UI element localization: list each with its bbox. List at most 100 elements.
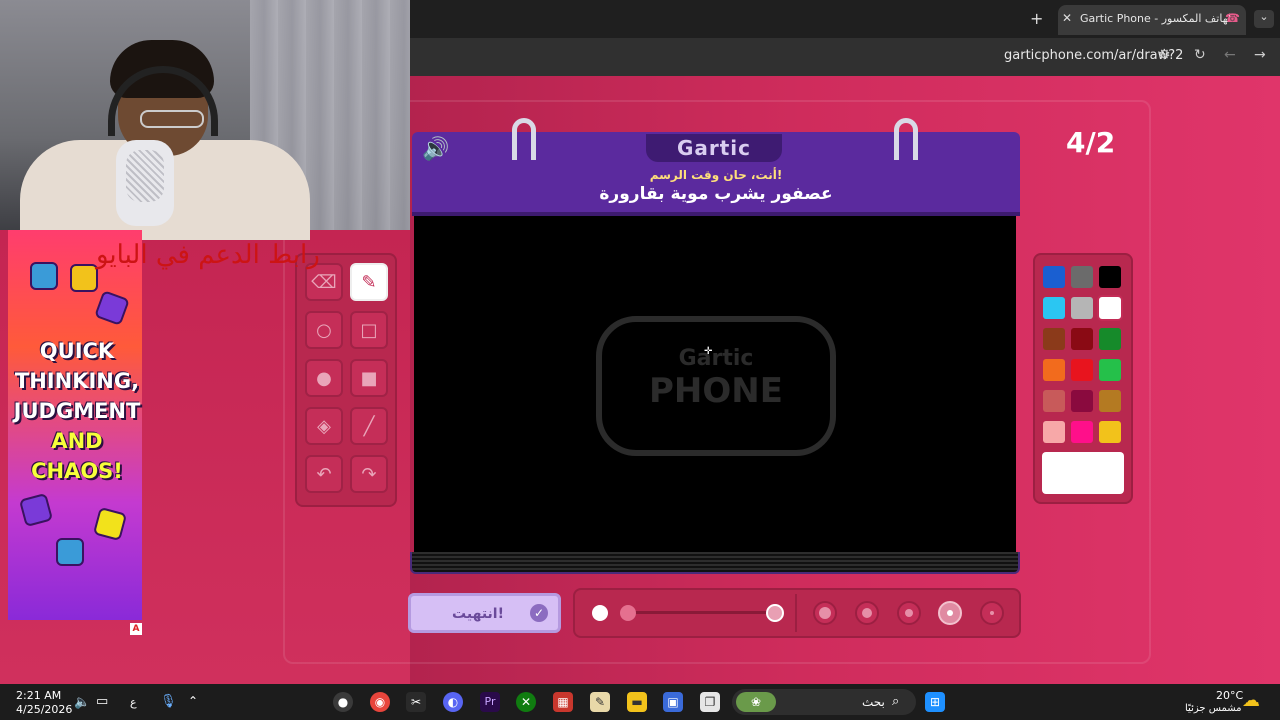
color-swatch[interactable]: [1099, 297, 1121, 319]
search-icon: ⌕: [892, 694, 900, 709]
canvas-page-edges: [410, 552, 1020, 574]
weather-icon[interactable]: ☁: [1242, 690, 1260, 711]
weather-temp[interactable]: 20°C: [1216, 689, 1243, 702]
ad-line-4: AND: [51, 429, 103, 453]
brush-size-md[interactable]: [897, 601, 921, 625]
weather-desc[interactable]: مشمس جزئيًا: [1185, 703, 1242, 714]
pencil-tool[interactable]: ✎: [350, 263, 388, 301]
url-text[interactable]: garticphone.com/ar/draw?2: [1004, 48, 1183, 63]
task-view-icon[interactable]: ❐: [700, 692, 720, 712]
rectangle-filled-tool[interactable]: ■: [350, 359, 388, 397]
line-tool[interactable]: ╱: [350, 407, 388, 445]
ellipse-filled-tool[interactable]: ●: [305, 359, 343, 397]
windows-start-icon[interactable]: ⊞: [925, 692, 945, 712]
browser-tab[interactable]: ✕ Gartic Phone - الهاتف المكسور ☎: [1058, 5, 1246, 35]
obs-icon[interactable]: ●: [333, 692, 353, 712]
sound-toggle-icon[interactable]: 🔊: [422, 137, 449, 162]
color-swatch[interactable]: [1071, 266, 1093, 288]
tab-favicon-icon: ☎: [1225, 11, 1240, 25]
color-swatch[interactable]: [1071, 421, 1093, 443]
brush-size-sm[interactable]: [938, 601, 962, 625]
color-swatch[interactable]: [1043, 328, 1065, 350]
store-icon[interactable]: ▣: [663, 692, 683, 712]
show-hidden-icons[interactable]: ⌃: [188, 694, 198, 708]
notepad-icon[interactable]: ✎: [590, 692, 610, 712]
tab-title: Gartic Phone - الهاتف المكسور: [1080, 12, 1230, 25]
cart-icon: [30, 262, 58, 290]
binder-ring-left: [512, 118, 536, 160]
clock-date[interactable]: 4/25/2026: [16, 703, 72, 716]
ellipse-outline-tool[interactable]: ○: [305, 311, 343, 349]
brush-size-xl[interactable]: [813, 601, 837, 625]
search-highlight-icon: ❀: [736, 692, 776, 712]
capcut-icon[interactable]: ✂: [406, 692, 426, 712]
h-badge-icon: [70, 264, 98, 292]
forward-icon[interactable]: ←: [1224, 47, 1236, 63]
file-explorer-icon[interactable]: ▬: [627, 692, 647, 712]
microphone-icon[interactable]: 🎙: [160, 694, 177, 709]
premiere-pro-icon[interactable]: Pr: [480, 692, 500, 712]
winrar-icon[interactable]: ▦: [553, 692, 573, 712]
volume-icon[interactable]: 🔈: [74, 695, 90, 710]
bucket-icon: ◈: [317, 415, 331, 437]
tab-close-icon[interactable]: ✕: [1062, 11, 1072, 25]
done-button-label: انتهيت!: [452, 606, 504, 622]
prompt-subtitle: أنت، حان وقت الرسم!: [649, 168, 783, 182]
color-swatch[interactable]: [1043, 390, 1065, 412]
fill-tool[interactable]: ◈: [305, 407, 343, 445]
undo-tool[interactable]: ↶: [305, 455, 343, 493]
chrome-icon[interactable]: ◉: [370, 692, 390, 712]
opacity-slider-track[interactable]: [628, 611, 776, 614]
color-swatch[interactable]: [1099, 421, 1121, 443]
color-swatch[interactable]: [1099, 359, 1121, 381]
square-outline-icon: □: [360, 319, 378, 341]
color-swatch[interactable]: [1099, 390, 1121, 412]
pencil-icon: ✎: [361, 271, 377, 293]
ad-line-5: CHAOS!: [31, 459, 123, 483]
redo-icon: ↷: [361, 463, 377, 485]
color-swatch[interactable]: [1043, 297, 1065, 319]
tab-search-button[interactable]: ⌄: [1254, 10, 1274, 28]
color-swatch[interactable]: [1099, 328, 1121, 350]
redo-tool[interactable]: ↷: [350, 455, 388, 493]
lock-icon: [56, 538, 84, 566]
color-swatch[interactable]: [1071, 297, 1093, 319]
brush-bar-divider: [795, 594, 797, 632]
undo-icon: ↶: [316, 463, 332, 485]
ad-line-2: THINKING,: [14, 369, 140, 393]
line-icon: ╱: [363, 415, 375, 437]
color-swatch[interactable]: [1071, 390, 1093, 412]
crosshair-cursor-icon: ✛: [704, 346, 713, 357]
color-swatch[interactable]: [1071, 359, 1093, 381]
back-icon[interactable]: →: [1254, 47, 1266, 63]
color-swatch[interactable]: [1099, 266, 1121, 288]
circle-outline-icon: ○: [316, 319, 332, 341]
watermark-bottom-text: PHONE: [649, 371, 783, 411]
site-settings-icon[interactable]: ⚙: [1158, 47, 1171, 63]
network-icon[interactable]: ▭: [96, 694, 108, 709]
color-swatch[interactable]: [1043, 266, 1065, 288]
gartic-phone-watermark: Gartic PHONE: [596, 316, 836, 456]
ad-choices-badge[interactable]: A: [130, 623, 142, 635]
new-tab-button[interactable]: +: [1030, 9, 1043, 28]
brush-size-lg[interactable]: [855, 601, 879, 625]
color-swatch[interactable]: [1043, 359, 1065, 381]
support-link-overlay-text: رابط الدعم في البايو: [96, 240, 320, 270]
square-filled-icon: ■: [360, 367, 378, 389]
done-button[interactable]: انتهيت! ✓: [408, 593, 561, 633]
input-language[interactable]: ع: [130, 696, 137, 709]
discord-icon[interactable]: ◐: [443, 692, 463, 712]
clock-time[interactable]: 2:21 AM: [16, 689, 61, 702]
rectangle-outline-tool[interactable]: □: [350, 311, 388, 349]
glasses: [140, 110, 204, 128]
color-preview-dot: [592, 605, 608, 621]
color-swatch[interactable]: [1043, 421, 1065, 443]
opacity-slider-min-handle[interactable]: [620, 605, 636, 621]
microphone-grill: [126, 150, 164, 202]
xbox-icon[interactable]: ✕: [516, 692, 536, 712]
reload-icon[interactable]: ↻: [1194, 47, 1206, 63]
brush-size-xs[interactable]: [980, 601, 1004, 625]
check-icon: ✓: [530, 604, 548, 622]
color-swatch[interactable]: [1071, 328, 1093, 350]
opacity-slider-handle[interactable]: [766, 604, 784, 622]
